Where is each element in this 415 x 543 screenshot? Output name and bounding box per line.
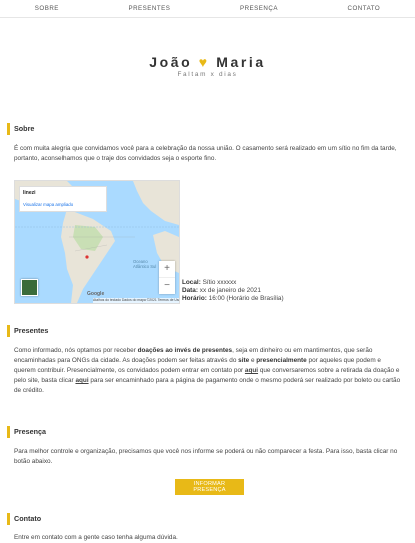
- detail-local: Local: Sítio xxxxxx: [182, 279, 284, 287]
- presenca-text: Para melhor controle e organização, prec…: [14, 448, 398, 465]
- hero: João ♥ Maria Faltam x dias: [0, 54, 415, 78]
- location-map[interactable]: linezi Visualizar mapa ampliado Oceano A…: [14, 180, 180, 304]
- countdown: Faltam x dias: [177, 71, 238, 78]
- bride-groom-name-right: Maria: [216, 54, 266, 70]
- nav-link-sobre[interactable]: SOBRE: [35, 5, 59, 12]
- map-enlarge-link[interactable]: Visualizar mapa ampliado: [23, 202, 103, 207]
- nav-link-presenca[interactable]: PRESENÇA: [240, 5, 278, 12]
- contact-link[interactable]: aqui: [245, 367, 258, 374]
- confirm-attendance-button[interactable]: INFORMAR PRESENÇA: [175, 479, 244, 495]
- couple-names: João ♥ Maria: [0, 54, 415, 70]
- detail-time-label: Horário:: [182, 295, 207, 302]
- detail-local-value: Sítio xxxxxx: [202, 279, 237, 286]
- detail-date-value: xx de janeiro de 2021: [199, 287, 261, 294]
- nav-link-contato[interactable]: CONTATO: [348, 5, 381, 12]
- section-title-presenca: Presença: [7, 426, 46, 438]
- detail-time: Horário: 16:00 (Horário de Brasília): [182, 295, 284, 303]
- sobre-text: É com muita alegria que convidamos você …: [14, 145, 397, 162]
- detail-time-value: 16:00 (Horário de Brasília): [208, 295, 284, 302]
- zoom-out-button[interactable]: −: [159, 278, 175, 294]
- map-place-label: linezi: [23, 190, 36, 196]
- detail-date: Data: xx de janeiro de 2021: [182, 287, 284, 295]
- map-type-toggle[interactable]: [21, 279, 38, 296]
- section-title-sobre: Sobre: [7, 123, 34, 135]
- zoom-controls: + −: [159, 261, 175, 294]
- nav-link-presentes[interactable]: PRESENTES: [128, 5, 170, 12]
- bride-groom-name-left: João: [149, 54, 193, 70]
- top-nav: SOBRE PRESENTES PRESENÇA CONTATO: [0, 0, 415, 18]
- section-title-presentes: Presentes: [7, 325, 48, 337]
- event-details: Local: Sítio xxxxxx Data: xx de janeiro …: [182, 279, 284, 303]
- presentes-text: Como informado, nós optamos por receber …: [14, 347, 401, 394]
- map-marker: [85, 255, 89, 259]
- heart-icon: ♥: [198, 54, 210, 70]
- zoom-in-button[interactable]: +: [159, 261, 175, 278]
- google-logo: Google: [87, 291, 105, 297]
- map-footer: Atalhos do teclado Dados do mapa ©2021 T…: [93, 298, 179, 303]
- map-info-card: linezi Visualizar mapa ampliado: [19, 186, 107, 212]
- detail-date-label: Data:: [182, 287, 198, 294]
- section-title-contato: Contato: [7, 513, 41, 525]
- payment-link[interactable]: aqui: [75, 377, 88, 384]
- detail-local-label: Local:: [182, 279, 201, 286]
- contato-text: Entre em contato com a gente caso tenha …: [14, 534, 178, 541]
